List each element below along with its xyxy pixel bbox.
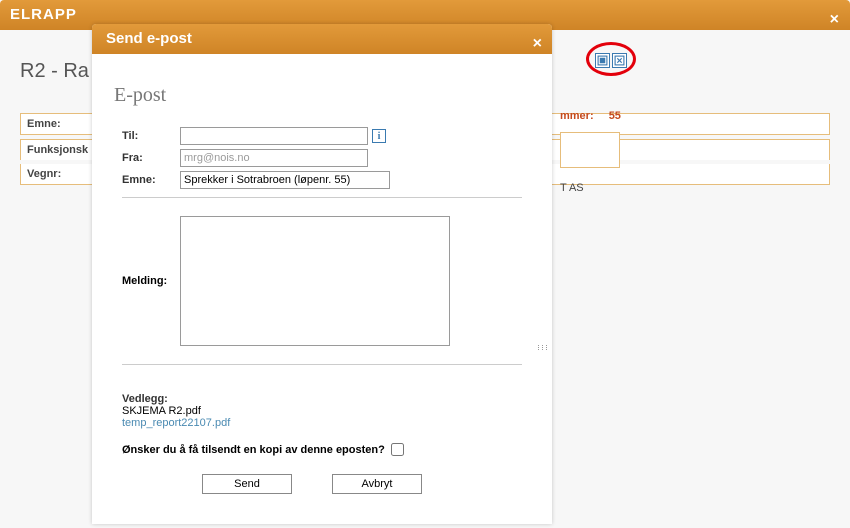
attachment-1: SKJEMA R2.pdf [122, 405, 522, 417]
word-export-icon[interactable] [595, 53, 610, 68]
send-button[interactable]: Send [202, 474, 292, 494]
copy-row: Ønsker du å få tilsendt en kopi av denne… [122, 443, 522, 456]
dialog-header: Send e-post × [92, 24, 552, 54]
info-icon[interactable]: i [372, 129, 386, 143]
from-row: Fra: [122, 149, 522, 167]
toolbar-icons [595, 53, 627, 68]
app-title: ELRAPP [10, 6, 77, 23]
to-row: Til: i [122, 127, 522, 145]
dialog-resize-grip[interactable]: ········· [537, 344, 549, 350]
right-as-text: T AS [560, 182, 584, 194]
subject-label: Emne: [122, 174, 180, 186]
message-textarea[interactable] [180, 216, 450, 346]
attachments-label: Vedlegg: [122, 393, 522, 405]
from-input [180, 149, 368, 167]
divider-2 [122, 364, 522, 365]
lopenr-value: 55 [609, 110, 621, 122]
subject-input[interactable] [180, 171, 390, 189]
subject-row: Emne: [122, 171, 522, 189]
dialog-body: E-post Til: i Fra: Emne: Melding: Vedleg… [92, 54, 552, 524]
close-icon[interactable]: × [830, 5, 840, 35]
to-input[interactable] [180, 127, 368, 145]
send-email-dialog: Send e-post × E-post Til: i Fra: Emne: M… [92, 24, 552, 524]
cancel-button[interactable]: Avbryt [332, 474, 422, 494]
dialog-title: Send e-post [106, 30, 192, 47]
attachment-2-link[interactable]: temp_report22107.pdf [122, 417, 230, 429]
excel-export-icon[interactable] [612, 53, 627, 68]
lopenr-field: mmer: 55 [560, 110, 621, 122]
lopenr-label: mmer: [560, 110, 594, 122]
dialog-heading: E-post [114, 84, 522, 107]
attachments-section: Vedlegg: SKJEMA R2.pdf temp_report22107.… [122, 393, 522, 429]
copy-question: Ønsker du å få tilsendt en kopi av denne… [122, 444, 385, 456]
to-label: Til: [122, 130, 180, 142]
copy-checkbox[interactable] [391, 443, 404, 456]
from-label: Fra: [122, 152, 180, 164]
message-row: Melding: [122, 216, 522, 346]
message-label: Melding: [122, 275, 180, 287]
right-empty-box [560, 132, 620, 168]
divider-1 [122, 197, 522, 198]
button-row: Send Avbryt [122, 474, 522, 494]
dialog-resize-track: ········· [542, 54, 550, 524]
